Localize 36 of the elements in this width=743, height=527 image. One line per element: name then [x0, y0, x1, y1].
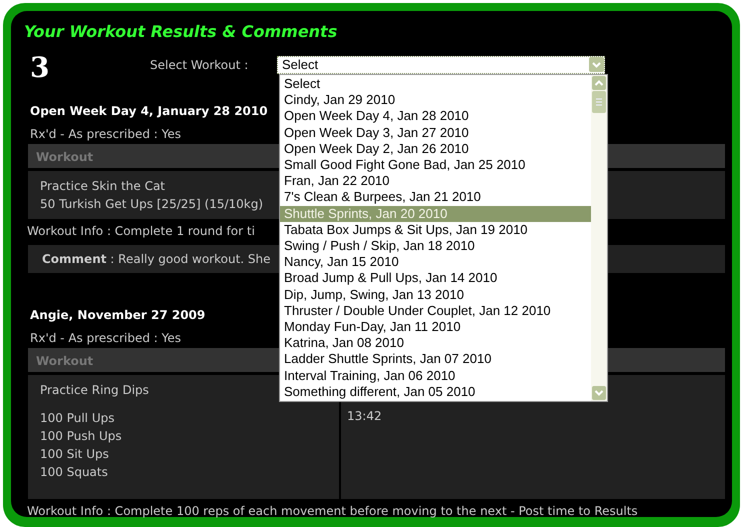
workout-line: 100 Pull Ups	[40, 410, 114, 427]
workout-line: 100 Push Ups	[40, 428, 122, 445]
scroll-up-icon[interactable]	[592, 76, 606, 90]
dropdown-option[interactable]: Cindy, Jan 29 2010	[280, 92, 591, 108]
prescribed-text: Rx'd - As prescribed : Yes	[30, 126, 182, 142]
dropdown-option[interactable]: Broad Jump & Pull Ups, Jan 14 2010	[280, 270, 591, 287]
dropdown-option[interactable]: Nancy, Jan 15 2010	[280, 254, 591, 270]
workout-select[interactable]: Select	[277, 56, 605, 74]
workout-line: 100 Squats	[40, 464, 108, 481]
result-time: 13:42	[347, 408, 382, 425]
dropdown-option[interactable]: Fran, Jan 22 2010	[280, 173, 591, 190]
step-number: 3	[30, 52, 50, 84]
dropdown-option[interactable]: Ladder Shuttle Sprints, Jan 07 2010	[280, 351, 591, 368]
scrollbar[interactable]	[591, 75, 607, 402]
workout-line: Practice Skin the Cat	[40, 178, 166, 195]
scroll-down-icon[interactable]	[592, 386, 606, 400]
result-heading: Angie, November 27 2009	[30, 307, 206, 323]
scroll-thumb[interactable]	[592, 91, 606, 113]
select-label: Select Workout :	[150, 57, 250, 74]
dropdown-option[interactable]: Select	[280, 76, 591, 92]
workout-info: Workout Info : Complete 100 reps of each movement before moving to the next - Post time to Results	[27, 503, 638, 519]
dropdown-option[interactable]: Open Week Day 3, Jan 27 2010	[280, 124, 591, 141]
result-heading: Open Week Day 4, January 28 2010	[30, 103, 268, 119]
dropdown-option[interactable]: Open Week Day 4, Jan 28 2010	[280, 108, 591, 125]
dropdown-option[interactable]: Monday Fun-Day, Jan 11 2010	[280, 319, 591, 336]
workout-info: Workout Info : Complete 1 round for ti	[27, 223, 255, 239]
workout-line: 50 Turkish Get Ups [25/25] (15/10kg)	[40, 196, 264, 213]
dropdown-option[interactable]: Tabata Box Jumps & Sit Ups, Jan 19 2010	[280, 222, 591, 238]
dropdown-option[interactable]: 7's Clean & Burpees, Jan 21 2010	[280, 189, 591, 206]
workout-line: 100 Sit Ups	[40, 446, 109, 463]
prescribed-text: Rx'd - As prescribed : Yes	[30, 330, 182, 346]
workout-line: Practice Ring Dips	[40, 382, 149, 399]
page-title: Your Workout Results & Comments	[24, 22, 338, 42]
dropdown-option[interactable]: Something different, Jan 05 2010	[280, 384, 591, 400]
dropdown-option[interactable]: Thruster / Double Under Couplet, Jan 12 2010	[280, 302, 591, 320]
dropdown-option[interactable]: Dip, Jump, Swing, Jan 13 2010	[280, 286, 591, 303]
